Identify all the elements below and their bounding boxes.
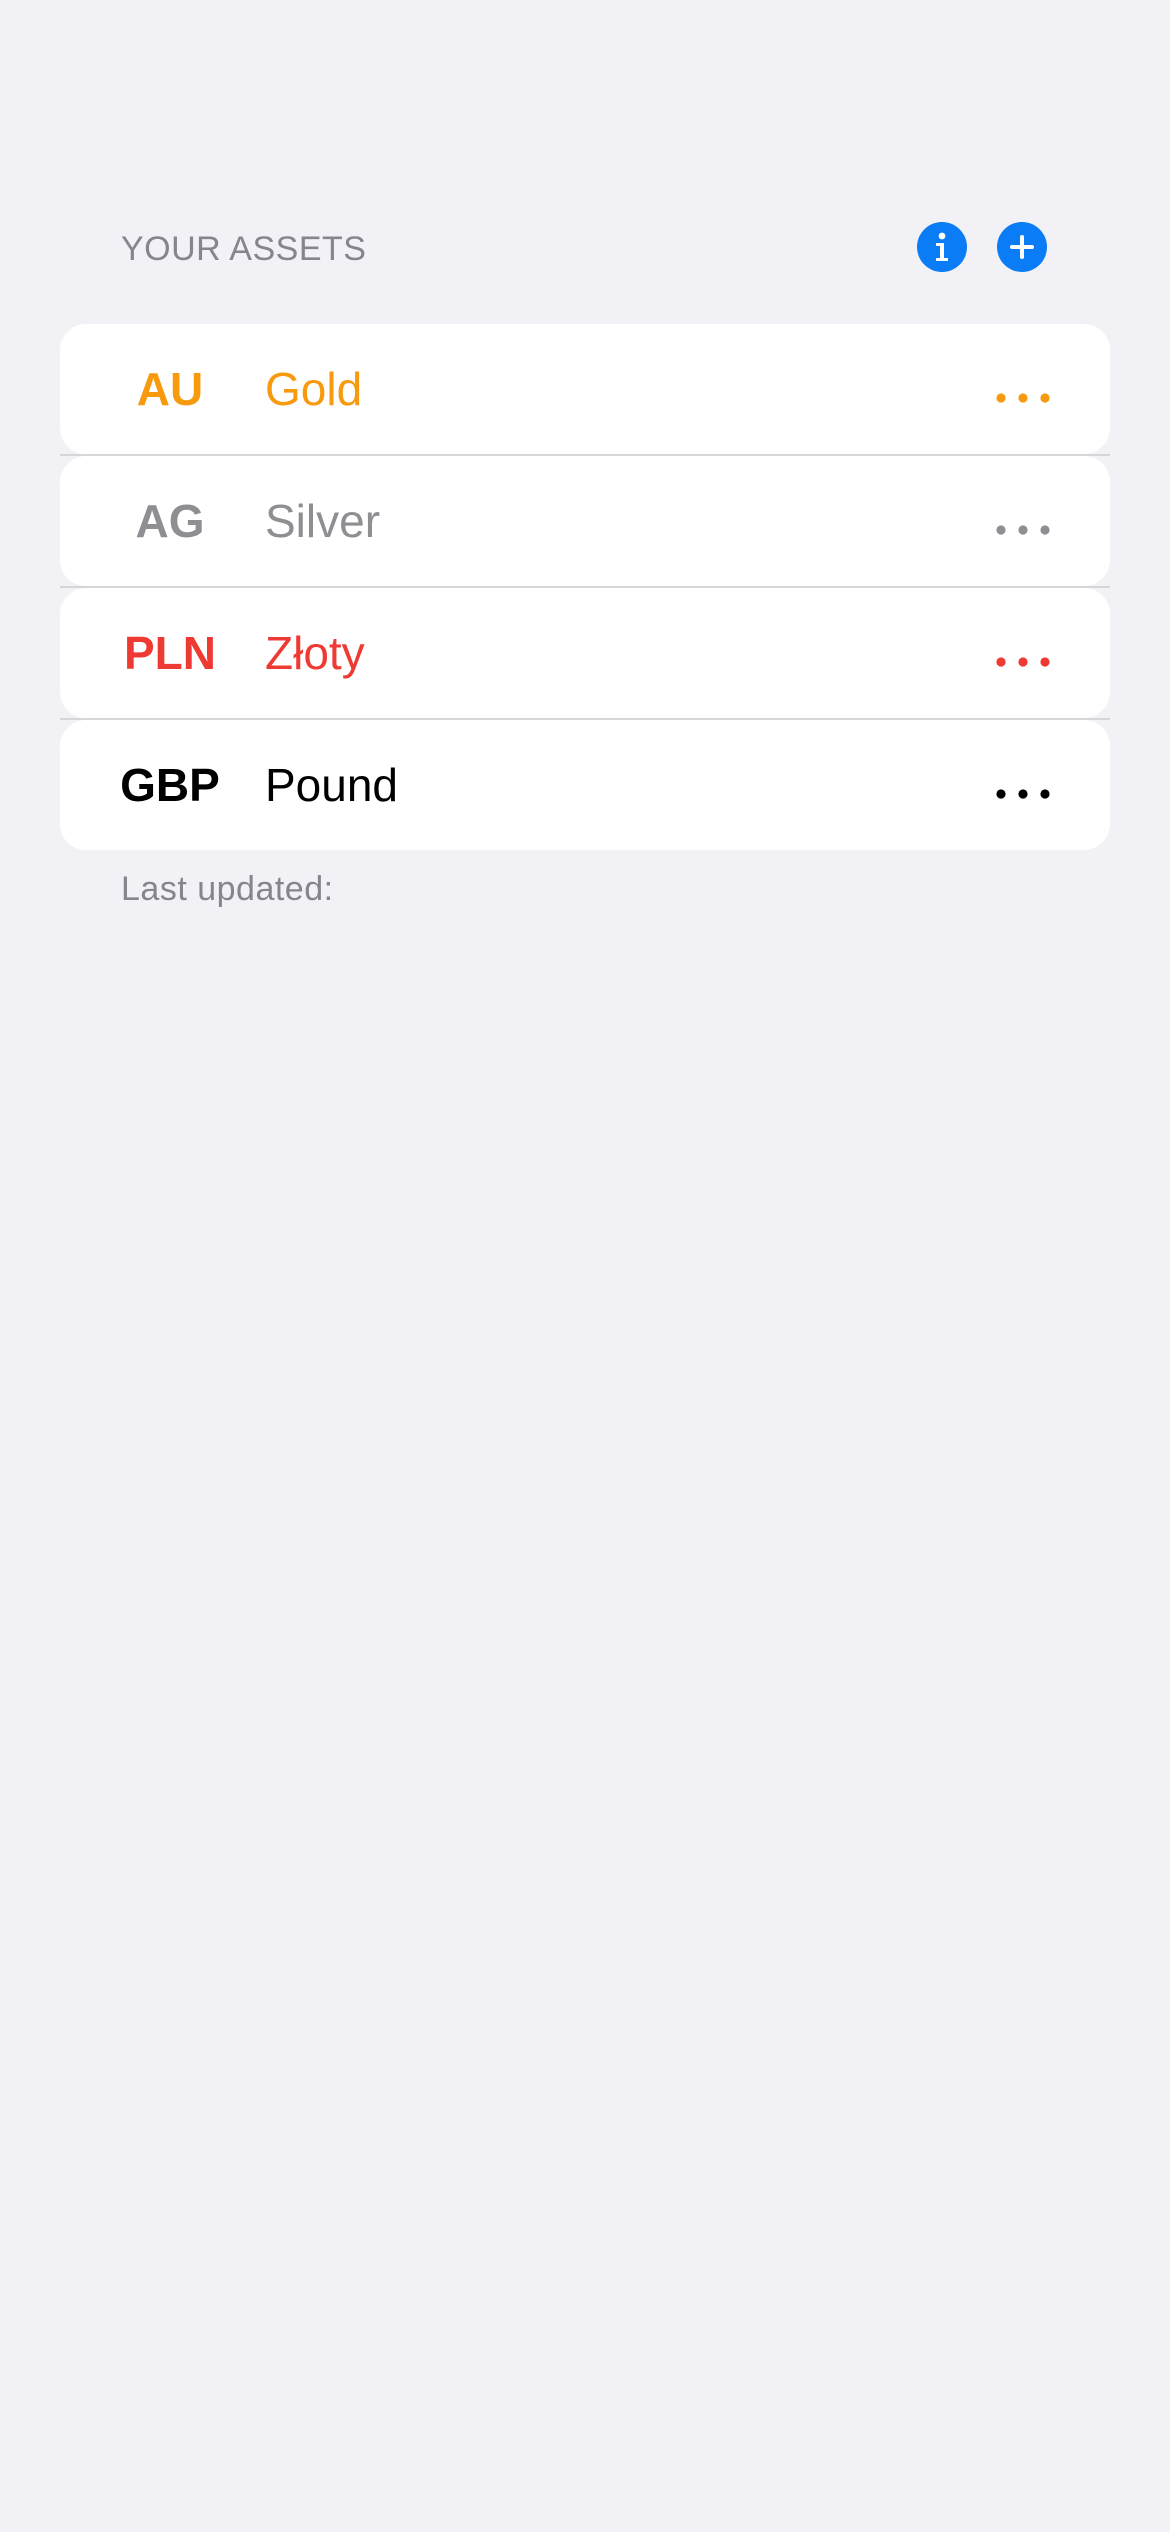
asset-name: Pound xyxy=(265,759,399,811)
asset-more-button[interactable] xyxy=(990,392,1056,404)
asset-row-gold[interactable]: AU Gold xyxy=(60,324,1110,456)
asset-code: PLN xyxy=(124,627,216,679)
info-button[interactable] xyxy=(917,222,967,272)
ellipsis-icon xyxy=(996,657,1050,667)
last-updated-label: Last updated: xyxy=(121,870,334,908)
plus-circle-icon xyxy=(1010,235,1034,259)
asset-row-pound[interactable]: GBP Pound xyxy=(60,720,1110,850)
ellipsis-icon xyxy=(996,789,1050,799)
asset-code: AU xyxy=(136,363,204,415)
asset-code: GBP xyxy=(120,759,220,811)
asset-list: AU Gold AG Silver PLN Złoty GBP Pound xyxy=(60,324,1110,852)
asset-row-zloty[interactable]: PLN Złoty xyxy=(60,588,1110,720)
asset-more-button[interactable] xyxy=(990,656,1056,668)
asset-row-silver[interactable]: AG Silver xyxy=(60,456,1110,588)
asset-name: Złoty xyxy=(265,627,365,679)
info-circle-icon xyxy=(936,232,948,261)
ellipsis-icon xyxy=(996,525,1050,535)
add-asset-button[interactable] xyxy=(997,222,1047,272)
asset-name: Silver xyxy=(265,495,381,547)
section-header: YOUR ASSETS xyxy=(121,222,1051,276)
section-title: YOUR ASSETS xyxy=(121,230,367,268)
asset-name: Gold xyxy=(265,363,363,415)
asset-more-button[interactable] xyxy=(990,788,1056,800)
ellipsis-icon xyxy=(996,393,1050,403)
asset-more-button[interactable] xyxy=(990,524,1056,536)
asset-code: AG xyxy=(135,495,205,547)
